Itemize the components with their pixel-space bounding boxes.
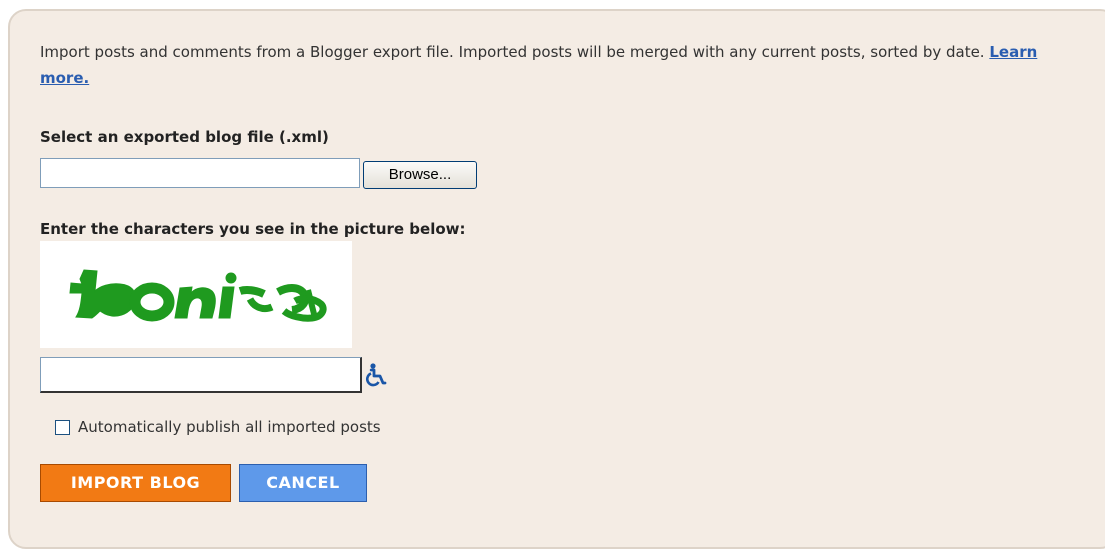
intro-description: Import posts and comments from a Blogger…	[40, 43, 985, 61]
captcha-word-image	[69, 269, 327, 322]
browse-button[interactable]: Browse...	[363, 161, 477, 189]
intro-text: Import posts and comments from a Blogger…	[40, 39, 1080, 91]
captcha-image	[40, 241, 352, 348]
auto-publish-checkbox[interactable]	[55, 420, 70, 435]
cancel-button[interactable]: CANCEL	[239, 464, 367, 502]
file-select-label: Select an exported blog file (.xml)	[40, 128, 329, 146]
wheelchair-icon[interactable]	[365, 363, 387, 387]
file-path-input[interactable]	[40, 158, 360, 188]
captcha-input[interactable]	[40, 357, 362, 393]
auto-publish-label: Automatically publish all imported posts	[78, 418, 381, 436]
import-blog-button[interactable]: IMPORT BLOG	[40, 464, 231, 502]
captcha-label: Enter the characters you see in the pict…	[40, 220, 466, 238]
